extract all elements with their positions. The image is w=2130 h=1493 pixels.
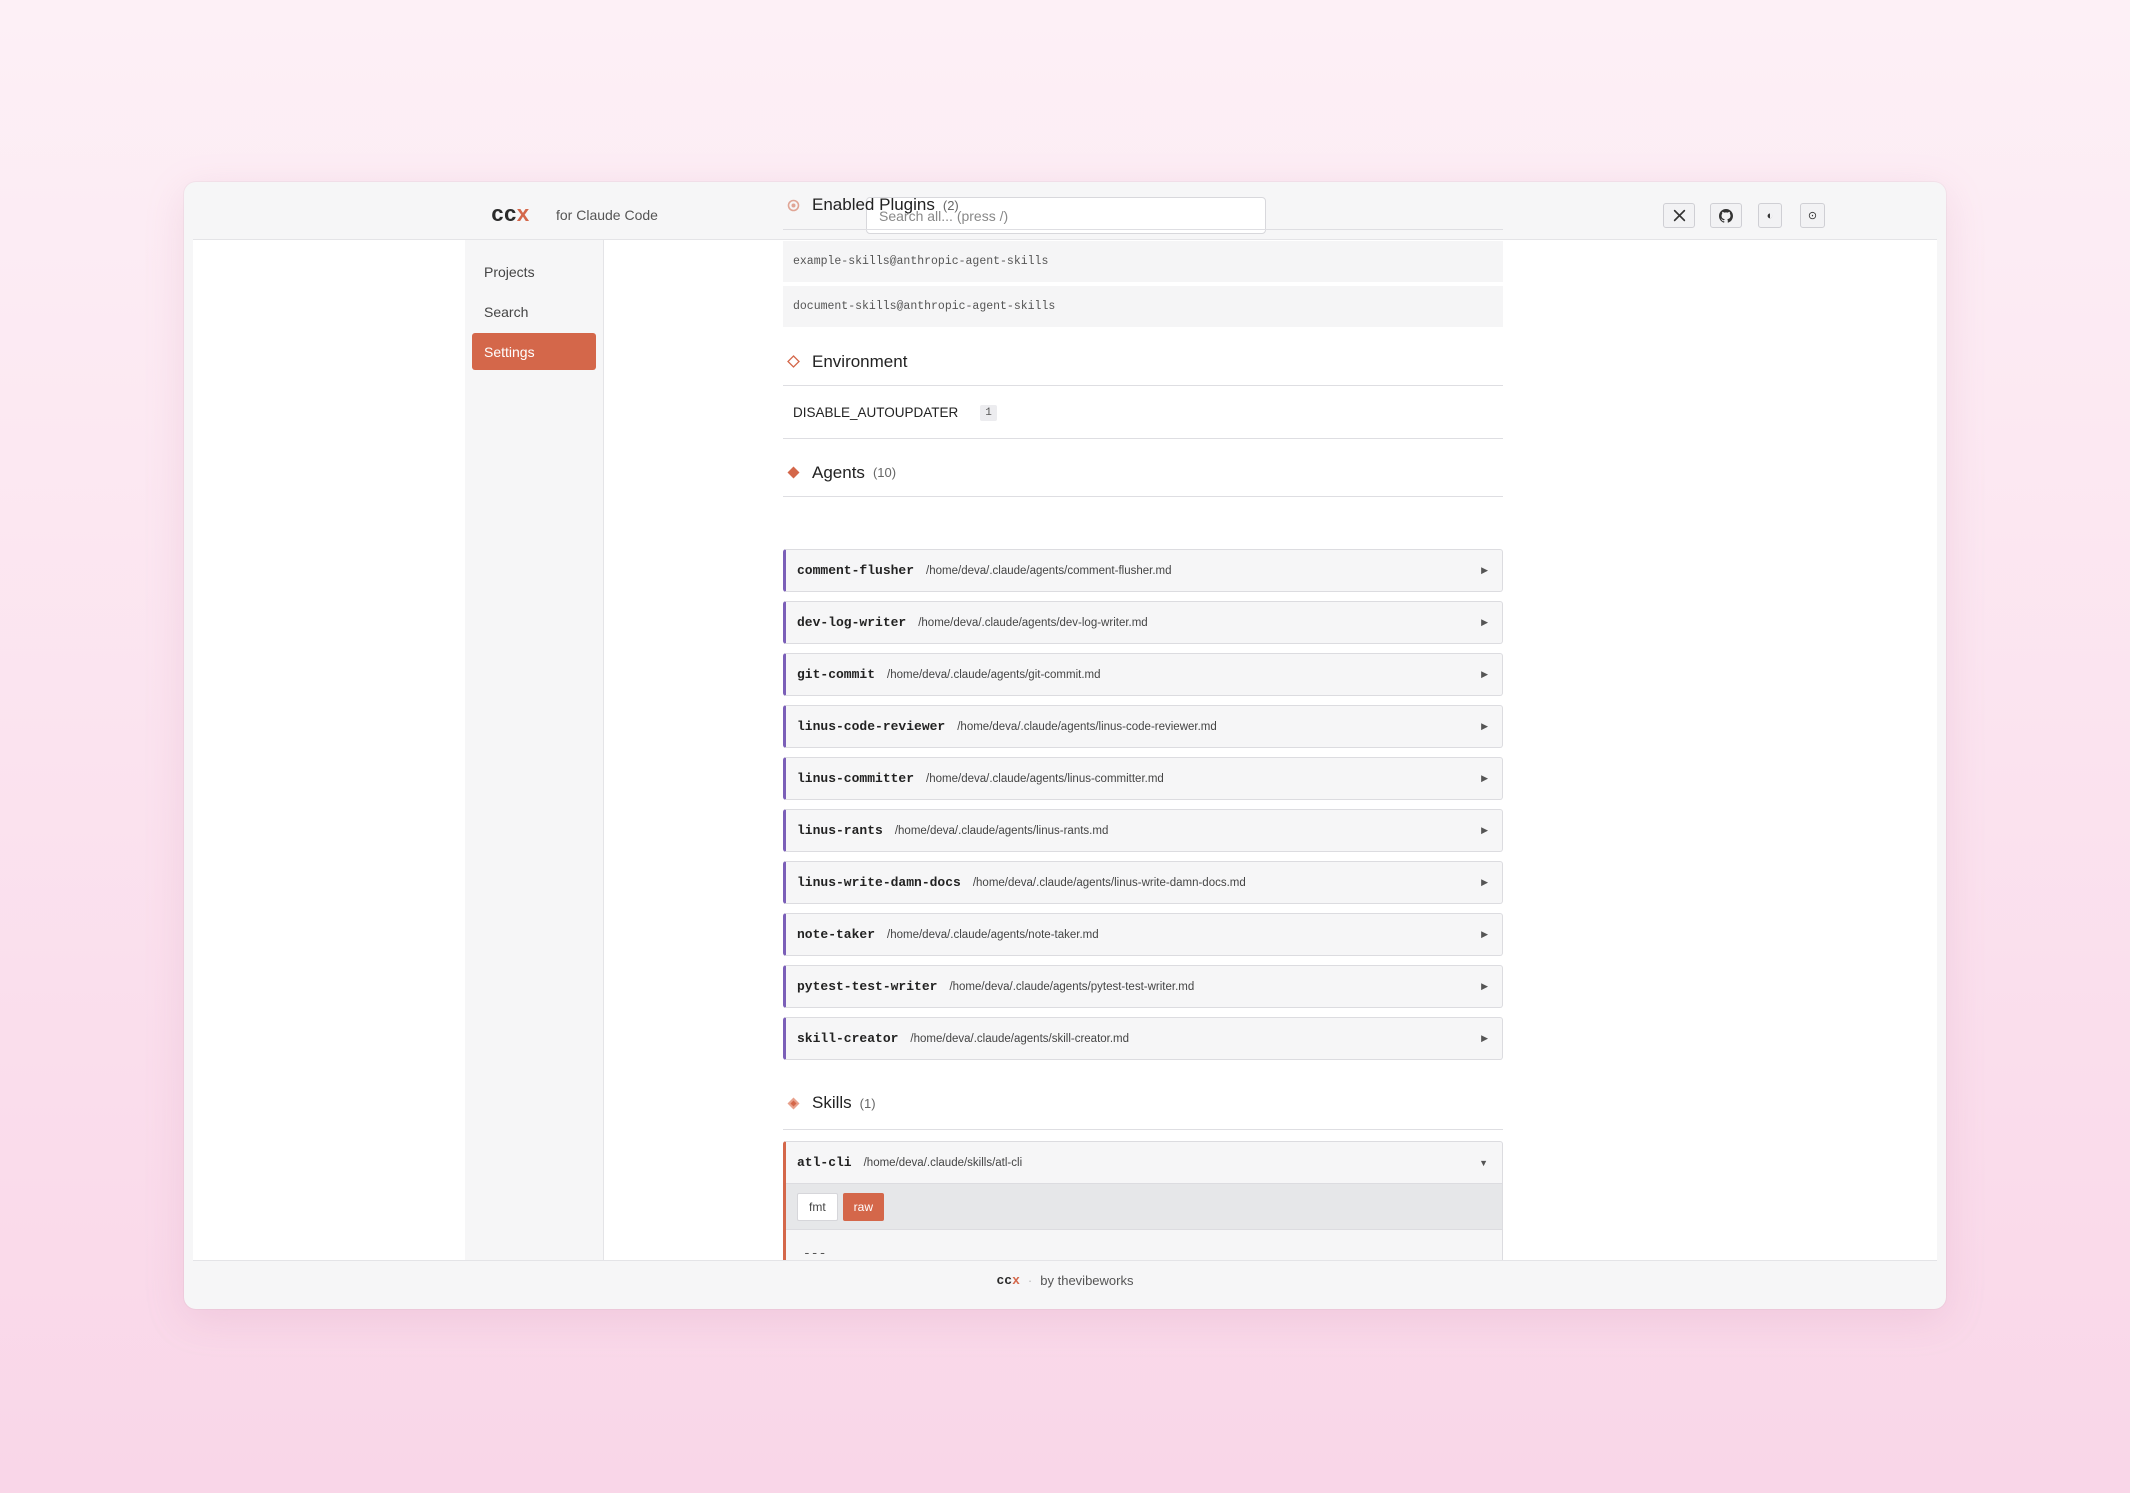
footer: ccx · by thevibeworks <box>193 1260 1937 1300</box>
env-row: DISABLE_AUTOUPDATER 1 <box>783 387 1503 439</box>
footer-logo[interactable]: ccx <box>997 1273 1020 1288</box>
x-logo-button[interactable] <box>1663 203 1695 228</box>
agent-row[interactable]: linus-code-reviewer/home/deva/.claude/ag… <box>783 705 1503 748</box>
expand-arrow-icon[interactable]: ▶ <box>1481 565 1488 576</box>
agent-name: git-commit <box>797 667 876 682</box>
sidebar-item-search[interactable]: Search <box>472 293 596 330</box>
footer-logo-text: cc <box>996 1273 1013 1288</box>
skills-title: Skills <box>812 1093 852 1112</box>
agent-path: /home/deva/.claude/agents/dev-log-writer… <box>918 616 1148 629</box>
app-logo[interactable]: ccx <box>491 203 530 228</box>
app-window: ccx for Claude Code ◐ ⊙ Projects Search … <box>184 182 1946 1309</box>
footer-credit[interactable]: by thevibeworks <box>1040 1273 1133 1288</box>
github-icon <box>1719 208 1733 223</box>
diamond-filled-icon <box>787 466 800 479</box>
settings-button[interactable]: ⊙ <box>1800 203 1825 228</box>
logo-accent: x <box>516 203 530 228</box>
agent-name: linus-code-reviewer <box>797 719 946 734</box>
agent-row[interactable]: dev-log-writer/home/deva/.claude/agents/… <box>783 601 1503 644</box>
agent-row[interactable]: linus-write-damn-docs/home/deva/.claude/… <box>783 861 1503 904</box>
expand-arrow-icon[interactable]: ▶ <box>1481 721 1488 732</box>
agent-path: /home/deva/.claude/agents/note-taker.md <box>887 928 1099 941</box>
app-frame: ccx for Claude Code ◐ ⊙ Projects Search … <box>193 191 1937 1300</box>
agent-row[interactable]: linus-committer/home/deva/.claude/agents… <box>783 757 1503 800</box>
sidebar-item-settings[interactable]: Settings <box>472 333 596 370</box>
diamond-outline-icon <box>787 355 800 368</box>
plugin-item: document-skills@anthropic-agent-skills <box>783 286 1503 327</box>
app-tagline: for Claude Code <box>556 207 658 223</box>
skill-name: atl-cli <box>797 1155 852 1170</box>
expand-arrow-icon[interactable]: ▶ <box>1481 825 1488 836</box>
expand-arrow-icon[interactable]: ▶ <box>1481 669 1488 680</box>
environment-title: Environment <box>812 351 908 371</box>
agent-name: pytest-test-writer <box>797 979 938 994</box>
diamond-nested-icon <box>787 1097 800 1110</box>
agent-path: /home/deva/.claude/agents/linus-committe… <box>926 772 1164 785</box>
agents-title: Agents <box>812 462 865 482</box>
plugin-ring-icon <box>787 199 800 212</box>
tab-raw[interactable]: raw <box>842 1192 885 1221</box>
logo-text: cc <box>491 203 517 228</box>
plugins-title: Enabled Plugins <box>812 195 935 214</box>
x-logo-icon <box>1673 209 1685 222</box>
agent-path: /home/deva/.claude/agents/linus-rants.md <box>894 824 1109 837</box>
sidebar-item-projects[interactable]: Projects <box>472 253 596 290</box>
agent-path: /home/deva/.claude/agents/comment-flushe… <box>926 564 1172 577</box>
skills-count: (1) <box>859 1095 876 1111</box>
plugins-section-header: Enabled Plugins (2) <box>783 191 1503 230</box>
agent-name: note-taker <box>797 927 876 942</box>
expand-arrow-icon[interactable]: ▶ <box>1481 617 1488 628</box>
settings-icon: ⊙ <box>1807 210 1818 222</box>
skill-path: /home/deva/.claude/skills/atl-cli <box>863 1156 1023 1169</box>
agent-name: linus-write-damn-docs <box>797 875 961 890</box>
agents-section-header: Agents (10) <box>783 449 1503 497</box>
expand-arrow-icon[interactable]: ▶ <box>1481 1033 1488 1044</box>
tab-fmt[interactable]: fmt <box>797 1192 838 1221</box>
agent-path: /home/deva/.claude/agents/pytest-test-wr… <box>949 980 1195 993</box>
expand-arrow-icon[interactable]: ▶ <box>1481 877 1488 888</box>
agent-row[interactable]: skill-creator/home/deva/.claude/agents/s… <box>783 1017 1503 1060</box>
agent-row[interactable]: pytest-test-writer/home/deva/.claude/age… <box>783 965 1503 1008</box>
collapse-arrow-icon[interactable]: ▼ <box>1479 1158 1488 1168</box>
agent-path: /home/deva/.claude/agents/git-commit.md <box>887 668 1101 681</box>
agent-row[interactable]: git-commit/home/deva/.claude/agents/git-… <box>783 653 1503 696</box>
expand-arrow-icon[interactable]: ▶ <box>1481 773 1488 784</box>
agent-name: skill-creator <box>797 1031 899 1046</box>
agent-name: comment-flusher <box>797 563 915 578</box>
env-key: DISABLE_AUTOUPDATER <box>793 405 959 420</box>
footer-logo-accent: x <box>1012 1273 1020 1288</box>
environment-section-header: Environment <box>783 338 1503 386</box>
agent-path: /home/deva/.claude/agents/linus-code-rev… <box>957 720 1217 733</box>
skills-section-header: Skills (1) <box>783 1077 1503 1130</box>
agent-name: linus-rants <box>797 823 883 838</box>
github-button[interactable] <box>1710 203 1742 228</box>
theme-toggle-button[interactable]: ◐ <box>1758 203 1782 228</box>
agents-count: (10) <box>872 465 897 480</box>
theme-toggle-icon: ◐ <box>1766 209 1774 222</box>
agent-row[interactable]: note-taker/home/deva/.claude/agents/note… <box>783 913 1503 956</box>
skill-header[interactable]: atl-cli /home/deva/.claude/skills/atl-cl… <box>786 1142 1502 1184</box>
agent-path: /home/deva/.claude/agents/linus-write-da… <box>972 876 1246 889</box>
agent-path: /home/deva/.claude/agents/skill-creator.… <box>910 1032 1130 1045</box>
agent-row[interactable]: linus-rants/home/deva/.claude/agents/lin… <box>783 809 1503 852</box>
agent-name: linus-committer <box>797 771 915 786</box>
agent-name: dev-log-writer <box>797 615 907 630</box>
plugin-item: example-skills@anthropic-agent-skills <box>783 241 1503 282</box>
footer-separator: · <box>1027 1273 1033 1288</box>
expand-arrow-icon[interactable]: ▶ <box>1481 929 1488 940</box>
env-value: 1 <box>980 404 997 421</box>
skill-view-tabs: fmt raw <box>786 1184 1502 1230</box>
sidebar: Projects Search Settings <box>465 240 604 1260</box>
agent-row[interactable]: comment-flusher/home/deva/.claude/agents… <box>783 549 1503 592</box>
expand-arrow-icon[interactable]: ▶ <box>1481 981 1488 992</box>
plugins-count: (2) <box>942 197 959 213</box>
